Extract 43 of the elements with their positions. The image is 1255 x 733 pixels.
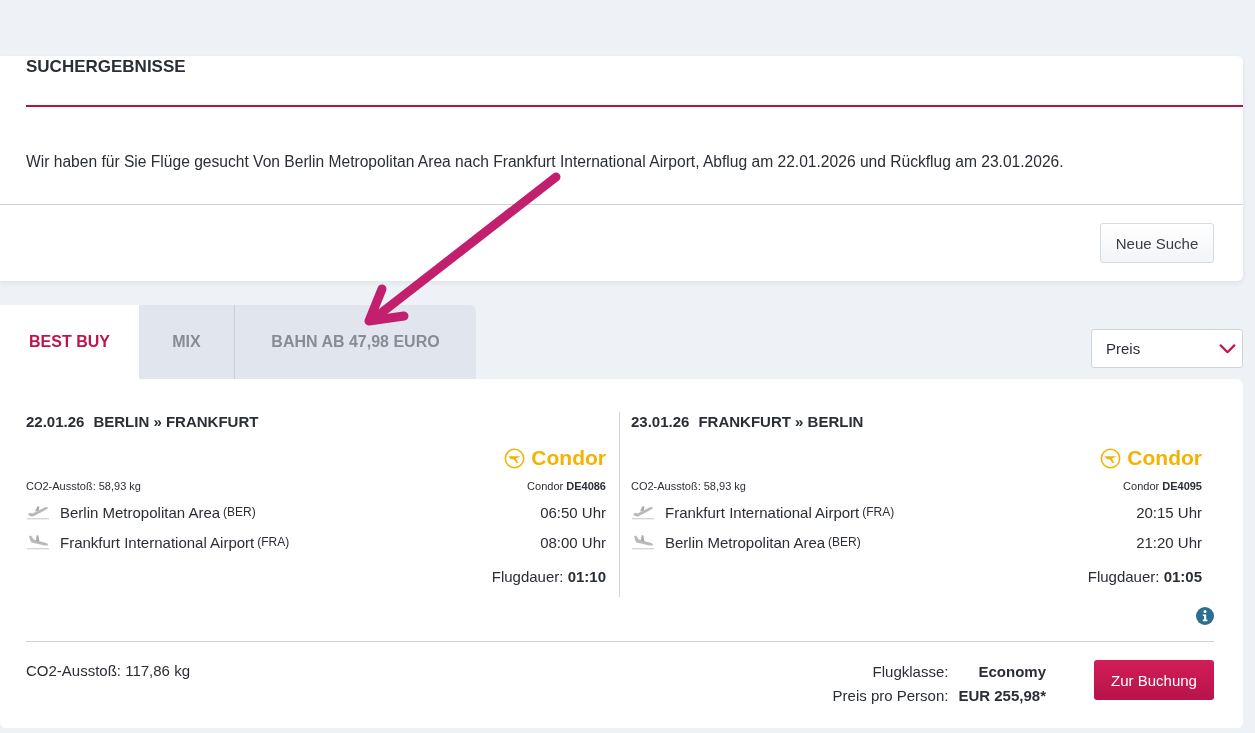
page-title: SUCHERGEBNISSE <box>26 56 186 78</box>
takeoff-icon <box>632 504 654 520</box>
airport-code: (FRA) <box>862 505 895 519</box>
airport-code: (FRA) <box>257 535 290 549</box>
detail-label: Flugklasse: <box>872 662 949 682</box>
flight-duration: Flugdauer: 01:10 <box>491 567 606 587</box>
sort-select[interactable]: Preis <box>1091 329 1243 368</box>
detail-label: Preis pro Person: <box>832 686 949 706</box>
airport-name: Berlin Metropolitan Area <box>60 503 221 521</box>
co2-emission: CO2-Ausstoß: 58,93 kg <box>631 479 746 493</box>
flight-date: 23.01.26 <box>631 412 690 432</box>
airline-name: Condor <box>531 446 606 470</box>
info-icon[interactable] <box>1196 607 1214 625</box>
bird-circle-icon <box>504 447 526 469</box>
landing-icon <box>27 534 49 550</box>
flight-number: Condor DE4086 <box>527 479 606 493</box>
flight-time: 20:15 Uhr <box>1136 503 1202 521</box>
bird-circle-icon <box>1100 447 1122 469</box>
booking-button[interactable]: Zur Buchung <box>1094 660 1214 700</box>
airport-code: (BER) <box>223 505 256 519</box>
flight-number: Condor DE4095 <box>1123 479 1202 493</box>
flight-route: BERLIN » FRANKFURT <box>93 412 259 432</box>
airport-code: (BER) <box>828 535 861 549</box>
airline-name: Condor <box>1127 446 1202 470</box>
result-tab[interactable]: BEST BUY <box>0 305 139 379</box>
landing-icon <box>632 534 654 550</box>
search-summary: Wir haben für Sie Flüge gesucht Von Berlin Metropolitan Area nach Frankfurt International Airport, Abflug am 22.01.2026 und Rückflug am 23.01.2026. <box>26 152 1064 172</box>
chevron-down-icon <box>1219 343 1236 354</box>
co2-emission: CO2-Ausstoß: 58,93 kg <box>26 479 141 493</box>
flight-time: 06:50 Uhr <box>540 503 606 521</box>
flight-time: 21:20 Uhr <box>1136 533 1202 551</box>
total-co2-emission: CO2-Ausstoß: 117,86 kg <box>26 661 190 681</box>
flight-duration: Flugdauer: 01:05 <box>1087 567 1202 587</box>
airport-name: Frankfurt International Airport <box>60 533 255 551</box>
airport-name: Berlin Metropolitan Area <box>665 533 826 551</box>
detail-value: Economy <box>978 662 1046 682</box>
flight-route: FRANKFURT » BERLIN <box>698 412 864 432</box>
airport-name: Frankfurt International Airport <box>665 503 860 521</box>
detail-value: EUR 255,98* <box>958 686 1046 706</box>
flight-time: 08:00 Uhr <box>540 533 606 551</box>
new-search-button[interactable]: Neue Suche <box>1100 223 1214 263</box>
takeoff-icon <box>27 504 49 520</box>
flight-date: 22.01.26 <box>26 412 85 432</box>
